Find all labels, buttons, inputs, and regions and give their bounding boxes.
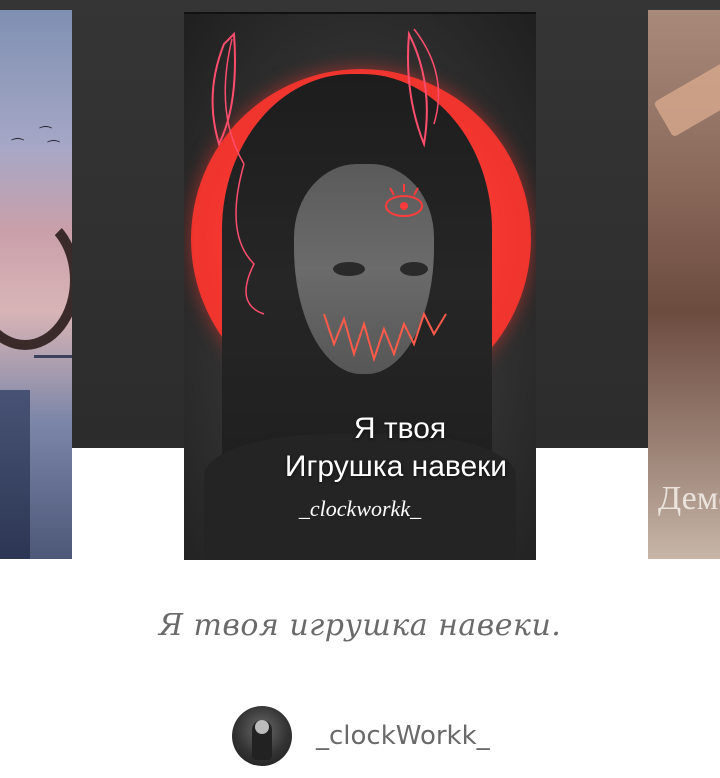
- bird-icon: ⁀: [40, 127, 52, 143]
- cover-title-line2: Игрушка навеки: [284, 450, 508, 483]
- author-link[interactable]: _clockWorkk_: [232, 705, 490, 767]
- cover-art-shape: [34, 355, 72, 358]
- cover-art-building: [0, 390, 30, 559]
- cover-title-line1: Я твоя: [353, 412, 447, 445]
- cover-art-bandage: [653, 62, 720, 138]
- bird-icon: ⁀: [48, 141, 60, 157]
- cover-carousel[interactable]: ⁀ ⁀ ⁀ Я твоя Игрушка навеки _clockworkk_…: [0, 0, 720, 560]
- bird-icon: ⁀: [12, 139, 24, 155]
- avatar[interactable]: [232, 706, 292, 766]
- author-name[interactable]: _clockWorkk_: [316, 721, 490, 751]
- next-book-cover[interactable]: Демс: [648, 10, 720, 559]
- current-book-cover[interactable]: Я твоя Игрушка навеки _clockworkk_: [184, 12, 536, 560]
- cover-author-tag: _clockworkk_: [298, 496, 422, 521]
- book-title: Я твоя игрушка навеки.: [158, 608, 562, 643]
- cover-art-shape: [0, 210, 72, 350]
- previous-book-cover[interactable]: ⁀ ⁀ ⁀: [0, 10, 72, 559]
- avatar-head: [255, 720, 269, 734]
- cover-title-partial: Демс: [658, 480, 720, 517]
